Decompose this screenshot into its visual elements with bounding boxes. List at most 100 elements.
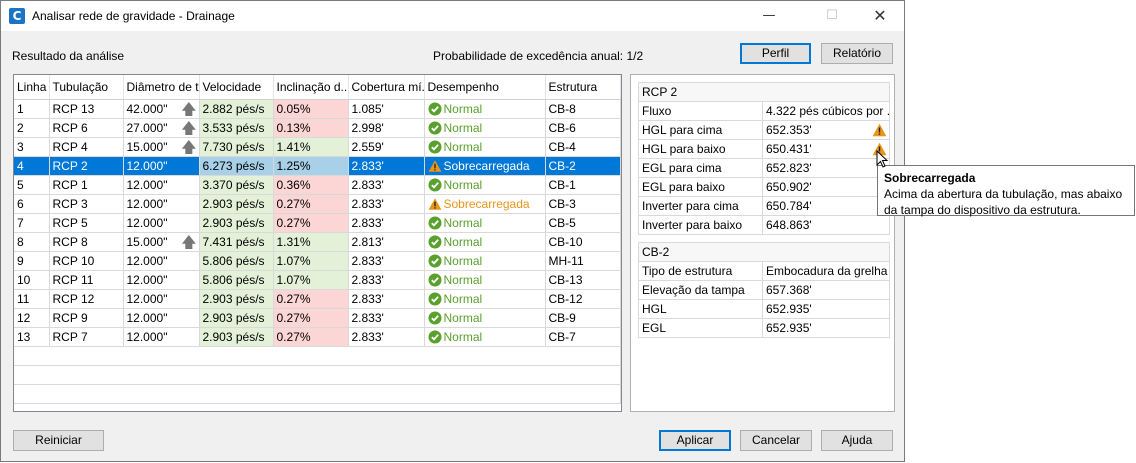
property-value-text: 650.431'	[766, 142, 812, 156]
pipe-property-row[interactable]: Inverter para cima 650.784'	[638, 196, 891, 216]
pipe-property-row[interactable]: Fluxo 4.322 pés cúbicos por ...	[638, 101, 891, 121]
cell-diameter: 12.000"	[123, 156, 200, 176]
cell-cover: 2.833'	[348, 213, 425, 233]
structure-property-row[interactable]: Tipo de estrutura Embocadura da grelha	[638, 261, 890, 281]
cell-structure: CB-12	[545, 289, 621, 309]
maximize-icon[interactable]: ☐	[809, 1, 855, 31]
cell-cover: 2.833'	[348, 270, 425, 290]
structure-property-row[interactable]: EGL 652.935'	[638, 318, 890, 338]
property-label: Fluxo	[638, 101, 763, 121]
pipe-property-row[interactable]: Inverter para baixo 648.863'	[638, 215, 891, 235]
table-row[interactable]: 3 RCP 4 15.000" 🡅 7.730 pés/s 1.41% 2.559' Norm…	[14, 137, 621, 157]
empty-row	[14, 346, 621, 366]
col-header-velocity[interactable]: Velocidade	[199, 75, 274, 100]
cell-slope: 1.31%	[273, 232, 349, 252]
cell-pipe: RCP 9	[49, 308, 124, 328]
col-header-slope[interactable]: Inclinação d...	[273, 75, 349, 100]
title-bar: C Analisar rede de gravidade - Drainage …	[1, 1, 904, 31]
property-value: 652.823'	[761, 158, 891, 178]
cell-pipe: RCP 11	[49, 270, 124, 290]
table-row[interactable]: 1 RCP 13 42.000" 🡅 2.882 pés/s 0.05% 1.085' Nor…	[14, 99, 621, 119]
performance-status: Normal	[443, 121, 483, 135]
cell-velocity: 2.903 pés/s	[199, 213, 274, 233]
pipe-property-row[interactable]: HGL para baixo 650.431'	[638, 139, 891, 159]
property-label: EGL	[638, 318, 763, 338]
cell-structure: CB-3	[545, 194, 621, 214]
diameter-value: 42.000"	[126, 102, 168, 116]
col-header-cover[interactable]: Cobertura mí...	[348, 75, 425, 100]
col-header-line[interactable]: Linha	[14, 75, 50, 100]
property-label: Tipo de estrutura	[638, 261, 763, 281]
table-row[interactable]: 12 RCP 9 12.000" 2.903 pés/s 0.27% 2.833' Norm…	[14, 308, 621, 328]
app-icon: C	[9, 8, 25, 24]
reset-button[interactable]: Reiniciar	[13, 430, 104, 451]
cell-velocity: 2.903 pés/s	[199, 308, 274, 328]
property-label: Inverter para baixo	[638, 215, 763, 235]
cell-slope: 0.36%	[273, 175, 349, 195]
table-row[interactable]: 4 RCP 2 12.000" 6.273 pés/s 1.25% 2.833' Sobre…	[14, 156, 621, 176]
apply-button[interactable]: Aplicar	[659, 430, 731, 451]
table-row[interactable]: 10 RCP 11 12.000" 5.806 pés/s 1.07% 2.833' Nor…	[14, 270, 621, 290]
property-value: 650.784'	[761, 196, 891, 216]
warning-triangle-icon	[872, 123, 887, 137]
diameter-value: 12.000"	[126, 311, 168, 325]
pipe-property-row[interactable]: EGL para baixo 650.902'	[638, 177, 891, 197]
table-row[interactable]: 6 RCP 3 12.000" 2.903 pés/s 0.27% 2.833' Sobre…	[14, 194, 621, 214]
properties-panel: RCP 2 Fluxo 4.322 pés cúbicos por ... HGL …	[630, 74, 895, 412]
cell-performance: Normal	[424, 118, 546, 138]
structure-property-row[interactable]: Elevação da tampa 657.368'	[638, 280, 890, 300]
cell-cover: 2.813'	[348, 232, 425, 252]
table-row[interactable]: 9 RCP 10 12.000" 5.806 pés/s 1.07% 2.833' Norm…	[14, 251, 621, 271]
performance-status: Sobrecarregada	[443, 197, 530, 211]
col-header-structure[interactable]: Estrutura	[545, 75, 621, 100]
pipe-property-row[interactable]: HGL para cima 652.353'	[638, 120, 891, 140]
cell-performance: Normal	[424, 327, 546, 347]
property-value-text: 650.784'	[766, 199, 812, 213]
col-header-performance[interactable]: Desempenho	[424, 75, 546, 100]
check-circle-icon	[428, 311, 441, 325]
col-header-pipe[interactable]: Tubulação	[49, 75, 124, 100]
cell-slope: 1.07%	[273, 251, 349, 271]
close-icon[interactable]: ✕	[857, 1, 903, 31]
table-row[interactable]: 11 RCP 12 12.000" 2.903 pés/s 0.27% 2.833' Nor…	[14, 289, 621, 309]
profile-button[interactable]: Perfil	[740, 43, 811, 64]
cell-pipe: RCP 6	[49, 118, 124, 138]
results-table: Linha Tubulação Diâmetro de t... Velocid…	[14, 75, 621, 404]
report-button[interactable]: Relatório	[821, 43, 893, 64]
cell-performance: Normal	[424, 251, 546, 271]
col-header-diameter[interactable]: Diâmetro de t...	[123, 75, 200, 100]
cancel-button[interactable]: Cancelar	[740, 430, 812, 451]
check-circle-icon	[428, 178, 441, 192]
table-row[interactable]: 7 RCP 5 12.000" 2.903 pés/s 0.27% 2.833' Norma…	[14, 213, 621, 233]
property-label: HGL para baixo	[638, 139, 763, 159]
table-row[interactable]: 5 RCP 1 12.000" 3.370 pés/s 0.36% 2.833' Norma…	[14, 175, 621, 195]
cell-diameter: 12.000"	[123, 251, 200, 271]
cell-diameter: 42.000" 🡅	[123, 99, 200, 119]
diameter-value: 12.000"	[126, 197, 168, 211]
performance-status: Normal	[443, 178, 483, 192]
cell-cover: 1.085'	[348, 99, 425, 119]
property-value: 652.935'	[762, 318, 890, 338]
cell-velocity: 5.806 pés/s	[199, 251, 274, 271]
pipe-property-row[interactable]: EGL para cima 652.823'	[638, 158, 891, 178]
cell-velocity: 7.431 pés/s	[199, 232, 274, 252]
cell-performance: Sobrecarregada	[424, 156, 546, 176]
performance-status: Normal	[443, 311, 483, 325]
cell-velocity: 7.730 pés/s	[199, 137, 274, 157]
table-row[interactable]: 13 RCP 7 12.000" 2.903 pés/s 0.27% 2.833' Norm…	[14, 327, 621, 347]
analysis-grid[interactable]: Linha Tubulação Diâmetro de t... Velocid…	[13, 74, 622, 412]
table-row[interactable]: 8 RCP 8 15.000" 🡅 7.431 pés/s 1.31% 2.813' Norm…	[14, 232, 621, 252]
cell-slope: 1.25%	[273, 156, 349, 176]
cell-cover: 2.998'	[348, 118, 425, 138]
cell-line: 1	[14, 99, 50, 119]
performance-status: Normal	[443, 330, 483, 344]
table-row[interactable]: 2 RCP 6 27.000" 🡅 3.533 pés/s 0.13% 2.998' Norm…	[14, 118, 621, 138]
cell-diameter: 12.000"	[123, 308, 200, 328]
property-value: 652.935'	[762, 299, 890, 319]
structure-property-row[interactable]: HGL 652.935'	[638, 299, 890, 319]
cell-diameter: 12.000"	[123, 327, 200, 347]
minimize-icon[interactable]: —	[746, 1, 792, 31]
cell-performance: Normal	[424, 289, 546, 309]
cell-cover: 2.833'	[348, 251, 425, 271]
help-button[interactable]: Ajuda	[821, 430, 893, 451]
